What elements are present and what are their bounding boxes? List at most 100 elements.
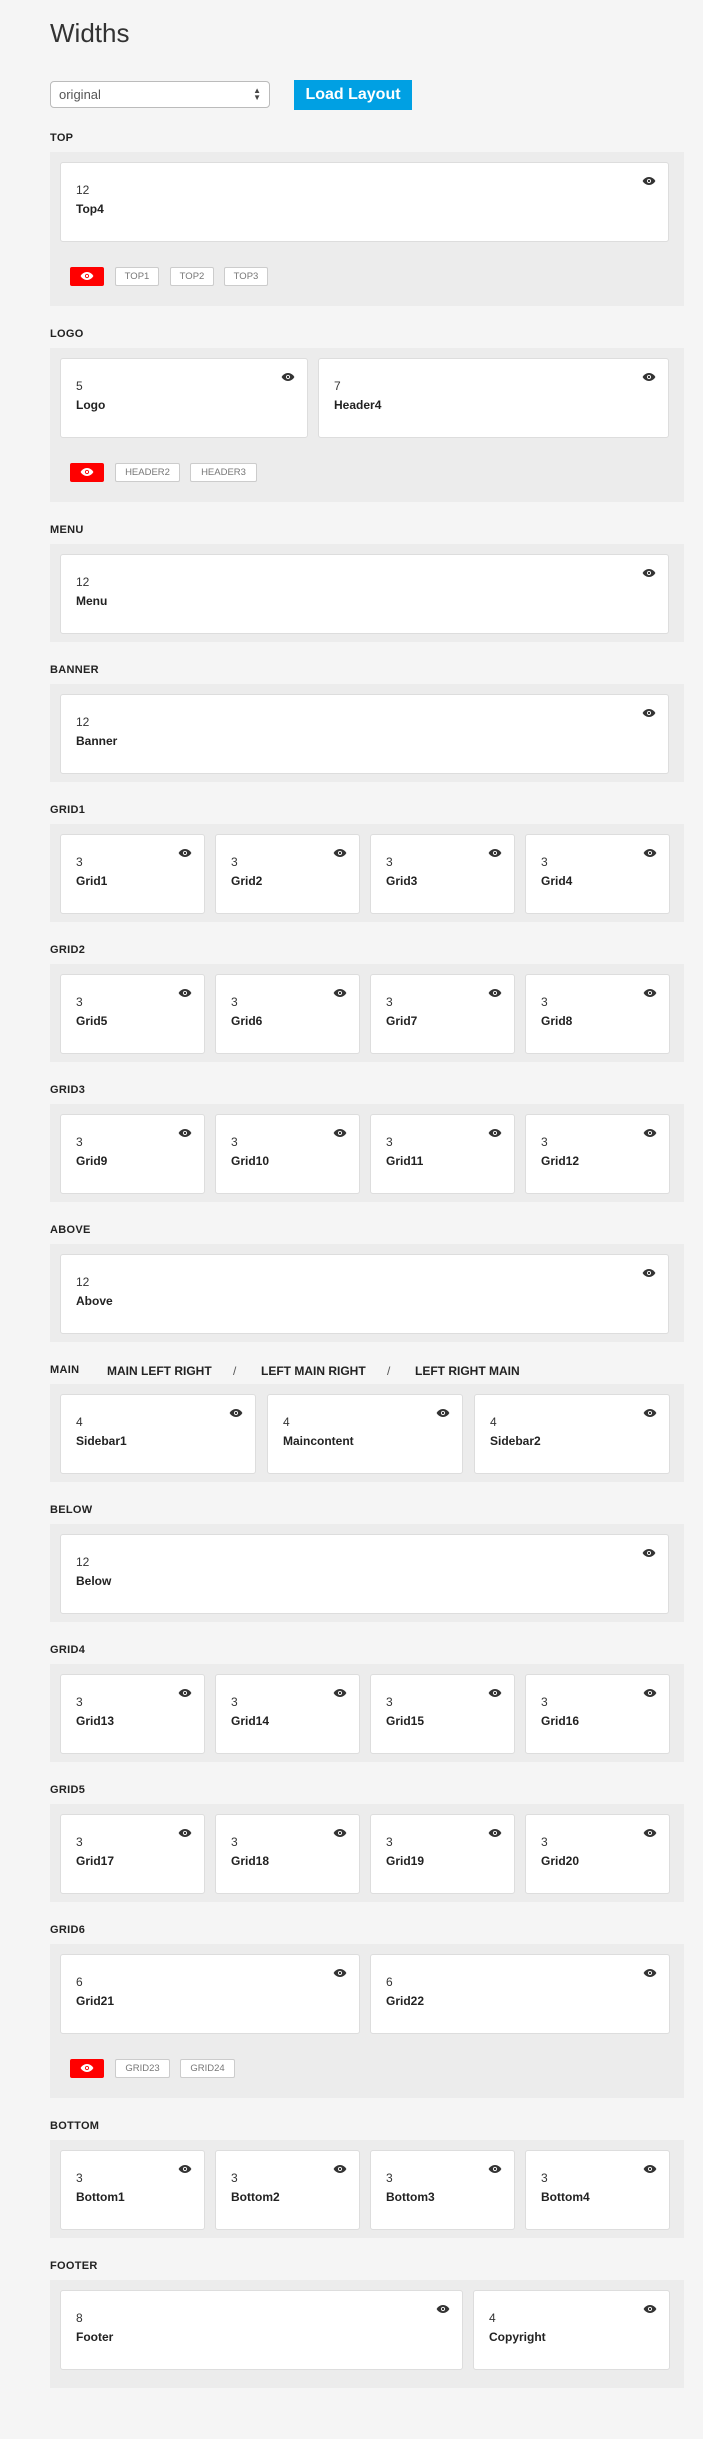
eye-icon[interactable] (643, 2161, 657, 2173)
eye-icon[interactable] (333, 845, 347, 857)
position-card[interactable]: 3 Grid3 (370, 834, 515, 914)
position-card[interactable]: 3 Grid12 (525, 1114, 670, 1194)
eye-icon[interactable] (229, 1405, 243, 1417)
position-card[interactable]: 3 Grid8 (525, 974, 670, 1054)
hidden-position-tag[interactable]: HEADER3 (190, 463, 257, 482)
position-card[interactable]: 3 Grid2 (215, 834, 360, 914)
position-card[interactable]: 12 Banner (60, 694, 669, 774)
eye-icon[interactable] (178, 1825, 192, 1837)
position-card[interactable]: 3 Grid13 (60, 1674, 205, 1754)
eye-icon[interactable] (642, 369, 656, 381)
position-card[interactable]: 7 Header4 (318, 358, 669, 438)
hidden-positions-row: HEADER2 HEADER3 (70, 463, 470, 483)
eye-icon[interactable] (642, 173, 656, 185)
position-card[interactable]: 3 Grid17 (60, 1814, 205, 1894)
position-card[interactable]: 3 Grid9 (60, 1114, 205, 1194)
position-card[interactable]: 3 Grid5 (60, 974, 205, 1054)
eye-icon[interactable] (642, 1545, 656, 1557)
position-card[interactable]: 6 Grid22 (370, 1954, 670, 2034)
eye-icon[interactable] (178, 2161, 192, 2173)
eye-icon[interactable] (488, 845, 502, 857)
eye-icon[interactable] (178, 985, 192, 997)
eye-icon[interactable] (642, 705, 656, 717)
section-panel-menu: 12 Menu (50, 544, 684, 642)
position-card[interactable]: 3 Grid20 (525, 1814, 670, 1894)
position-card[interactable]: 4 Maincontent (267, 1394, 463, 1474)
position-card[interactable]: 12 Top4 (60, 162, 669, 242)
position-card[interactable]: 3 Grid15 (370, 1674, 515, 1754)
position-card[interactable]: 8 Footer (60, 2290, 463, 2370)
position-card[interactable]: 3 Grid19 (370, 1814, 515, 1894)
eye-icon[interactable] (178, 1685, 192, 1697)
position-card[interactable]: 3 Grid11 (370, 1114, 515, 1194)
eye-icon[interactable] (333, 1825, 347, 1837)
card-width: 3 (386, 855, 393, 869)
eye-icon[interactable] (643, 2301, 657, 2313)
eye-icon[interactable] (333, 1125, 347, 1137)
position-card[interactable]: 3 Bottom1 (60, 2150, 205, 2230)
eye-icon[interactable] (488, 985, 502, 997)
position-card[interactable]: 12 Menu (60, 554, 669, 634)
hidden-position-tag[interactable]: TOP1 (115, 267, 159, 286)
card-width: 4 (283, 1415, 290, 1429)
position-card[interactable]: 3 Grid1 (60, 834, 205, 914)
hidden-position-tag[interactable]: GRID23 (115, 2059, 170, 2078)
position-card[interactable]: 3 Grid10 (215, 1114, 360, 1194)
hidden-position-tag[interactable]: GRID24 (180, 2059, 235, 2078)
position-card[interactable]: 4 Sidebar1 (60, 1394, 256, 1474)
eye-icon[interactable] (642, 565, 656, 577)
main-layout-option-1[interactable]: MAIN LEFT RIGHT (107, 1364, 212, 1378)
position-card[interactable]: 3 Grid14 (215, 1674, 360, 1754)
eye-icon[interactable] (643, 1125, 657, 1137)
position-card[interactable]: 3 Grid4 (525, 834, 670, 914)
position-card[interactable]: 4 Sidebar2 (474, 1394, 670, 1474)
position-card[interactable]: 12 Above (60, 1254, 669, 1334)
section-label-top: TOP (50, 132, 74, 144)
eye-icon[interactable] (643, 845, 657, 857)
position-card[interactable]: 3 Bottom4 (525, 2150, 670, 2230)
layout-select[interactable]: original ▲ ▼ (50, 81, 270, 108)
section-panel-grid6: 6 Grid21 6 Grid22 GRID23 GRID24 (50, 1944, 684, 2098)
hidden-position-tag[interactable]: TOP3 (224, 267, 268, 286)
load-layout-button[interactable]: Load Layout (294, 80, 412, 110)
position-card[interactable]: 3 Bottom3 (370, 2150, 515, 2230)
hidden-toggle-eye-icon[interactable] (70, 2059, 104, 2078)
eye-icon[interactable] (178, 845, 192, 857)
hidden-toggle-eye-icon[interactable] (70, 463, 104, 482)
position-card[interactable]: 3 Grid7 (370, 974, 515, 1054)
position-card[interactable]: 3 Grid18 (215, 1814, 360, 1894)
eye-icon[interactable] (333, 2161, 347, 2173)
eye-icon[interactable] (488, 2161, 502, 2173)
eye-icon[interactable] (488, 1125, 502, 1137)
hidden-position-tag[interactable]: HEADER2 (115, 463, 180, 482)
eye-icon[interactable] (488, 1825, 502, 1837)
card-width: 4 (490, 1415, 497, 1429)
position-card[interactable]: 4 Copyright (473, 2290, 670, 2370)
card-width: 3 (76, 855, 83, 869)
eye-icon[interactable] (643, 1685, 657, 1697)
position-card[interactable]: 6 Grid21 (60, 1954, 360, 2034)
position-card[interactable]: 12 Below (60, 1534, 669, 1614)
eye-icon[interactable] (643, 1825, 657, 1837)
eye-icon[interactable] (643, 1965, 657, 1977)
eye-icon[interactable] (436, 2301, 450, 2313)
section-panel-below: 12 Below (50, 1524, 684, 1622)
eye-icon[interactable] (281, 369, 295, 381)
main-layout-option-2[interactable]: LEFT MAIN RIGHT (261, 1364, 366, 1378)
eye-icon[interactable] (333, 1965, 347, 1977)
position-card[interactable]: 3 Grid6 (215, 974, 360, 1054)
eye-icon[interactable] (488, 1685, 502, 1697)
eye-icon[interactable] (333, 985, 347, 997)
position-card[interactable]: 3 Grid16 (525, 1674, 670, 1754)
position-card[interactable]: 3 Bottom2 (215, 2150, 360, 2230)
eye-icon[interactable] (436, 1405, 450, 1417)
eye-icon[interactable] (643, 1405, 657, 1417)
eye-icon[interactable] (643, 985, 657, 997)
eye-icon[interactable] (333, 1685, 347, 1697)
main-layout-option-3[interactable]: LEFT RIGHT MAIN (415, 1364, 520, 1378)
position-card[interactable]: 5 Logo (60, 358, 308, 438)
eye-icon[interactable] (178, 1125, 192, 1137)
hidden-position-tag[interactable]: TOP2 (170, 267, 214, 286)
hidden-toggle-eye-icon[interactable] (70, 267, 104, 286)
eye-icon[interactable] (642, 1265, 656, 1277)
